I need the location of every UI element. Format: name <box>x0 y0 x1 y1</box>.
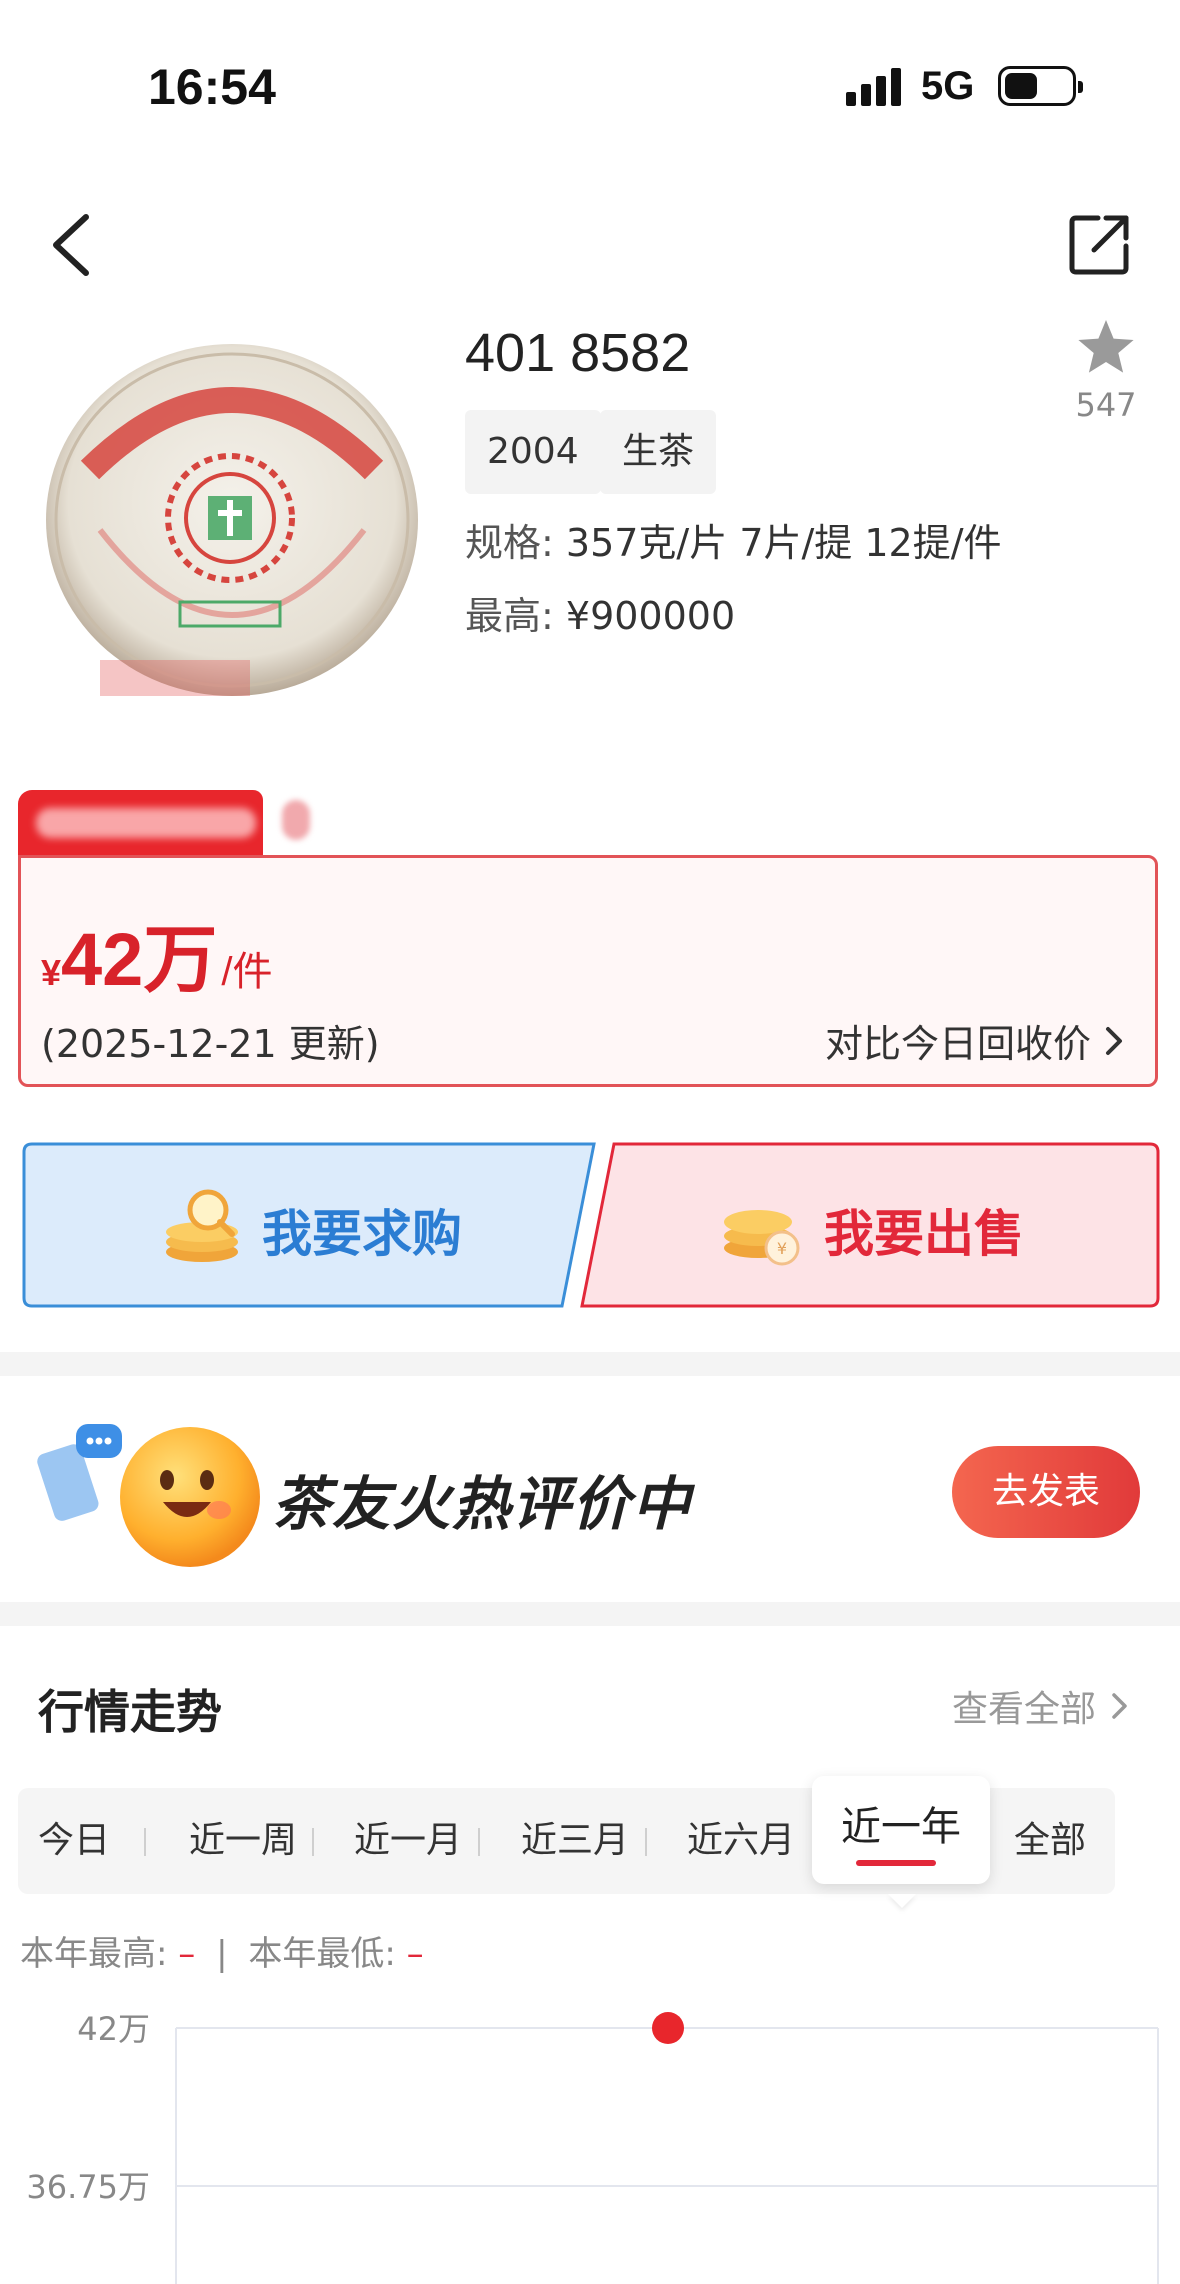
tea-cake-image <box>40 340 430 720</box>
sell-label: 我要出售 <box>824 1205 1024 1263</box>
year-low-label: 本年最低: <box>248 1934 396 1974</box>
tab-one-year[interactable]: 近一年 <box>812 1776 990 1884</box>
view-all-label: 查看全部 <box>951 1689 1096 1730</box>
favorite-count: 547 <box>1075 386 1137 424</box>
year-high-value: – <box>178 1934 196 1974</box>
tab-three-months[interactable]: 近三月 <box>490 1788 660 1894</box>
chart-data-point <box>652 2012 684 2044</box>
active-tab-caret <box>888 1894 916 1908</box>
chevron-right-icon <box>1112 1693 1127 1719</box>
compare-label: 对比今日回收价 <box>824 1022 1091 1066</box>
network-label: 5G <box>921 64 975 108</box>
trend-title: 行情走势 <box>38 1685 222 1739</box>
signal-icon <box>846 68 902 106</box>
section-divider <box>0 1352 1180 1376</box>
year-tag: 2004 <box>465 410 601 494</box>
coins-yen-icon: ¥ <box>724 1210 800 1266</box>
buy-request-label: 我要求购 <box>262 1205 462 1263</box>
chevron-left-icon <box>53 214 89 276</box>
product-title: 401 8582 <box>465 323 691 383</box>
share-icon <box>1069 215 1129 275</box>
current-price: ¥42万/件 <box>41 900 272 1007</box>
price-banner-blur <box>36 808 256 838</box>
smiley-face-icon <box>120 1427 260 1567</box>
tab-six-months[interactable]: 近六月 <box>656 1788 826 1894</box>
price-unit: /件 <box>221 950 273 994</box>
period-tabs: 今日 近一周 近一月 近三月 近六月 近一年 全部 <box>18 1776 1115 1894</box>
post-review-button[interactable]: 去发表 <box>952 1446 1140 1538</box>
year-low-value: – <box>406 1934 424 1974</box>
tab-today[interactable]: 今日 <box>18 1788 130 1894</box>
section-divider <box>0 1602 1180 1626</box>
spec-label: 规格: <box>465 521 554 565</box>
battery-icon <box>998 66 1083 106</box>
star-icon <box>1078 320 1134 373</box>
svg-text:¥: ¥ <box>777 1239 787 1258</box>
price-update-date: (2025-12-21 更新) <box>41 1022 380 1066</box>
buy-request-button[interactable]: 我要求购 <box>22 1142 598 1308</box>
price-value: 42万 <box>61 918 218 1001</box>
review-banner: 茶友火热评价中 去发表 <box>0 1380 1180 1600</box>
price-trend-chart: 42万 36.75万 <box>26 2010 1159 2284</box>
tab-one-year-label: 近一年 <box>841 1804 961 1850</box>
currency-symbol: ¥ <box>41 952 62 993</box>
spec-line: 规格: 357克/片 7片/提 12提/件 <box>465 512 1002 567</box>
year-stats: 本年最高: – | 本年最低: – <box>20 1934 424 1974</box>
max-label: 最高: <box>465 594 554 638</box>
type-tag: 生茶 <box>600 410 717 494</box>
tab-all[interactable]: 全部 <box>990 1788 1110 1894</box>
year-high-label: 本年最高: <box>20 1934 168 1974</box>
active-tab-underline <box>856 1860 936 1866</box>
status-bar: 16:54 5G <box>0 0 1180 175</box>
max-price-line: 最高: ¥900000 <box>465 585 735 640</box>
share-button[interactable] <box>1068 212 1132 276</box>
view-all-link[interactable]: 查看全部 <box>952 1680 1130 1732</box>
tab-week[interactable]: 近一周 <box>158 1788 328 1894</box>
sell-button[interactable]: ¥ 我要出售 <box>580 1142 1160 1308</box>
price-banner-blur-dot <box>282 800 310 840</box>
chevron-right-icon <box>1106 1026 1122 1055</box>
back-button[interactable] <box>40 205 110 285</box>
coins-magnifier-icon <box>166 1189 238 1262</box>
market-trend-section: 行情走势 查看全部 今日 近一周 近一月 近三月 近六月 近一年 全部 本年最高… <box>0 1628 1180 2284</box>
status-time: 16:54 <box>148 59 276 115</box>
max-value: ¥900000 <box>565 594 736 638</box>
compare-recycle-price-link[interactable]: 对比今日回收价 <box>825 1013 1125 1068</box>
tab-month[interactable]: 近一月 <box>323 1788 493 1894</box>
spec-value: 357克/片 7片/提 12提/件 <box>565 521 1002 565</box>
price-card: ¥42万/件 (2025-12-21 更新) 对比今日回收价 <box>18 855 1158 1087</box>
favorite-button[interactable]: 547 <box>1070 318 1142 438</box>
y-tick-label: 36.75万 <box>26 2168 150 2206</box>
review-title: 茶友火热评价中 <box>272 1470 693 1538</box>
y-tick-label: 42万 <box>77 2010 150 2048</box>
chat-bubbles-icon <box>37 1424 122 1521</box>
